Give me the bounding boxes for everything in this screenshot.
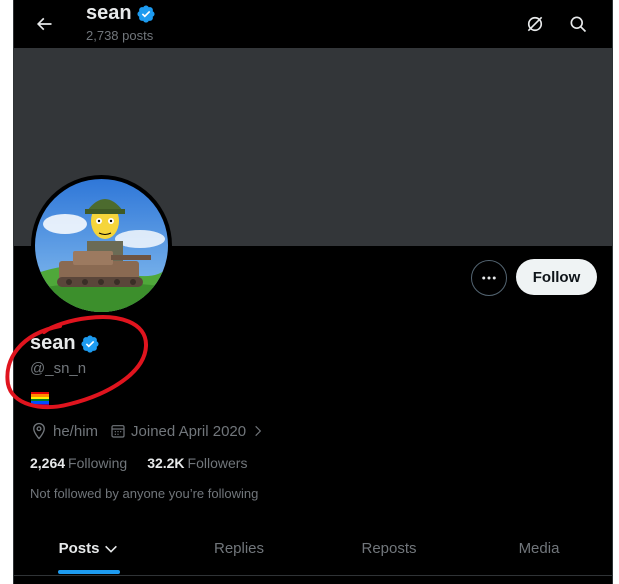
search-icon xyxy=(570,16,587,33)
followers-label: Followers xyxy=(187,455,248,471)
following-link[interactable]: 2,264 Following xyxy=(30,455,127,471)
verified-badge-icon[interactable] xyxy=(80,334,100,354)
back-arrow-icon xyxy=(36,17,52,31)
location-pin-icon xyxy=(33,422,45,440)
tab-posts-label: Posts xyxy=(58,540,100,557)
avatar-image xyxy=(35,179,168,312)
chevron-right-icon xyxy=(255,425,262,437)
calendar-icon xyxy=(111,425,125,438)
grok-button[interactable] xyxy=(519,8,551,40)
more-icon xyxy=(482,276,496,280)
not-followed-notice: Not followed by anyone you’re following xyxy=(30,486,259,501)
following-count: 2,264 xyxy=(30,455,66,471)
profile-column: sean 2,738 posts Follow sean @_sn_n he/h… xyxy=(13,0,613,584)
page: sean 2,738 posts Follow sean @_sn_n he/h… xyxy=(0,0,619,584)
top-bar: sean 2,738 posts xyxy=(14,0,612,48)
follow-button[interactable]: Follow xyxy=(516,259,597,295)
pronouns-text: he/him xyxy=(53,422,99,440)
profile-tabs: Posts Replies Reposts Media xyxy=(14,522,612,576)
tab-media-label: Media xyxy=(518,540,560,557)
rainbow-flag-icon xyxy=(31,392,49,406)
tab-reposts-label: Reposts xyxy=(361,540,417,557)
more-options-button[interactable] xyxy=(471,260,507,296)
display-name-text: sean xyxy=(30,332,76,354)
verified-badge-icon xyxy=(137,4,155,23)
avatar[interactable] xyxy=(31,175,172,316)
pronouns-item: he/him xyxy=(30,422,98,440)
followers-count: 32.2K xyxy=(147,455,185,471)
following-label: Following xyxy=(68,455,128,471)
profile-meta: he/him Joined April 2020 xyxy=(30,422,277,440)
grok-icon xyxy=(527,16,543,32)
header-title: sean xyxy=(86,2,156,25)
tab-replies[interactable]: Replies xyxy=(164,522,314,575)
tab-replies-label: Replies xyxy=(213,540,265,557)
active-tab-indicator xyxy=(58,570,120,574)
search-button[interactable] xyxy=(562,8,594,40)
post-count: 2,738 posts xyxy=(86,28,154,43)
tab-media[interactable]: Media xyxy=(464,522,612,575)
back-button[interactable] xyxy=(28,8,60,40)
follow-stats: 2,264 Following 32.2K Followers xyxy=(30,455,247,471)
chevron-down-icon xyxy=(105,545,118,553)
joined-date-text: Joined April 2020 xyxy=(131,422,247,440)
joined-date-item[interactable]: Joined April 2020 xyxy=(110,423,265,440)
tab-posts[interactable]: Posts xyxy=(14,522,164,575)
tab-reposts[interactable]: Reposts xyxy=(314,522,464,575)
header-name: sean xyxy=(86,2,132,24)
profile-handle: @_sn_n xyxy=(30,360,87,377)
profile-display-name: sean xyxy=(30,332,100,355)
followers-link[interactable]: 32.2K Followers xyxy=(147,455,247,471)
